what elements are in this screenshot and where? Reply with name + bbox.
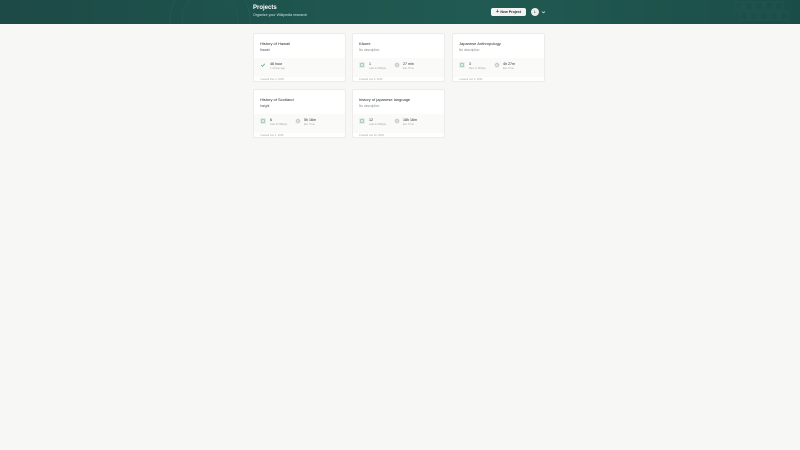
document-icon [359, 118, 365, 124]
project-stats: 46 hour 1 minute ago [254, 58, 345, 77]
header-banner: Projects Organize your Wikipedia researc… [0, 0, 800, 24]
stat-label: Last 24 Wikipa [270, 123, 288, 126]
project-stats: 12 Last 24 Wikipa 18h 16m Est. Time [353, 114, 444, 133]
project-title[interactable]: History of Scotland [260, 97, 294, 102]
new-project-button[interactable]: + New Project [491, 8, 526, 16]
project-description: Insight [260, 104, 270, 108]
stat-value: 27 min [403, 62, 414, 66]
stat-label: Last 24 Wikipa [369, 67, 387, 70]
new-project-label: New Project [500, 10, 521, 14]
project-description: Hawaii [260, 48, 270, 52]
avatar-initial: L [534, 10, 536, 14]
project-stats: 1 Last 24 Wikipa 27 min Est. Time [353, 58, 444, 77]
stat-value: 1 [369, 62, 371, 66]
stat-value: 3 [469, 62, 471, 66]
document-icon [459, 62, 465, 68]
stat-value: 4h 27m [503, 62, 515, 66]
clock-icon [394, 62, 400, 68]
created-date: Created Dec 4, 2025 [260, 78, 284, 81]
project-title[interactable]: History of Hawaii [260, 41, 290, 46]
created-date: Created Jan 6, 2026 [359, 78, 383, 81]
project-stats: 6 Last 24 Wikipa 5h 16m Est. Time [254, 114, 345, 133]
stat-label: Last 24 Wikipa [369, 123, 387, 126]
chevron-down-icon[interactable] [541, 9, 546, 15]
project-card[interactable]: History of Scotland Insight 6 Last 24 Wi… [253, 89, 346, 138]
page-title: Projects [253, 5, 277, 11]
plus-icon: + [496, 8, 499, 15]
project-description: No description [459, 48, 480, 52]
avatar[interactable]: L [531, 8, 539, 16]
project-card[interactable]: history of japanese language No descript… [352, 89, 445, 138]
stat-label: Res. in Wikipa [469, 67, 486, 70]
stat-label: Est. Time [304, 123, 315, 126]
clock-icon [394, 118, 400, 124]
project-title[interactable]: history of japanese language [359, 97, 410, 102]
created-date: Created Jan 1, 2026 [260, 134, 284, 137]
project-title[interactable]: Kāomi [359, 41, 370, 46]
stat-value: 18h 16m [403, 118, 417, 122]
stat-label: Est. Time [503, 67, 514, 70]
page-subtitle: Organize your Wikipedia research [253, 13, 308, 17]
header-titles: Projects Organize your Wikipedia researc… [253, 5, 307, 18]
stat-label: 1 minute ago [270, 67, 285, 70]
created-date: Created Jan 6, 2026 [459, 78, 483, 81]
stat-value: 46 hour [270, 62, 283, 66]
header-decoration [169, 0, 789, 24]
stat-label: Est. Time [403, 67, 414, 70]
stat-label: Est. Time [403, 123, 414, 126]
stat-value: 6 [270, 118, 272, 122]
project-description: No description [359, 48, 380, 52]
clock-icon [295, 118, 301, 124]
document-icon [359, 62, 365, 68]
stat-value: 5h 16m [304, 118, 316, 122]
project-card[interactable]: History of Hawaii Hawaii 46 hour 1 minut… [253, 33, 346, 82]
project-description: No description [359, 104, 380, 108]
created-date: Created Jan 26, 2026 [359, 134, 384, 137]
stat-value: 12 [369, 118, 373, 122]
project-card[interactable]: Japanese Anthropology No description 3 R… [452, 33, 545, 82]
project-stats: 3 Res. in Wikipa 4h 27m Est. Time [453, 58, 544, 77]
document-icon [260, 118, 266, 124]
project-title[interactable]: Japanese Anthropology [459, 41, 501, 46]
project-card[interactable]: Kāomi No description 1 Last 24 Wikipa 27… [352, 33, 445, 82]
clock-icon [494, 62, 500, 68]
check-icon [260, 62, 266, 68]
